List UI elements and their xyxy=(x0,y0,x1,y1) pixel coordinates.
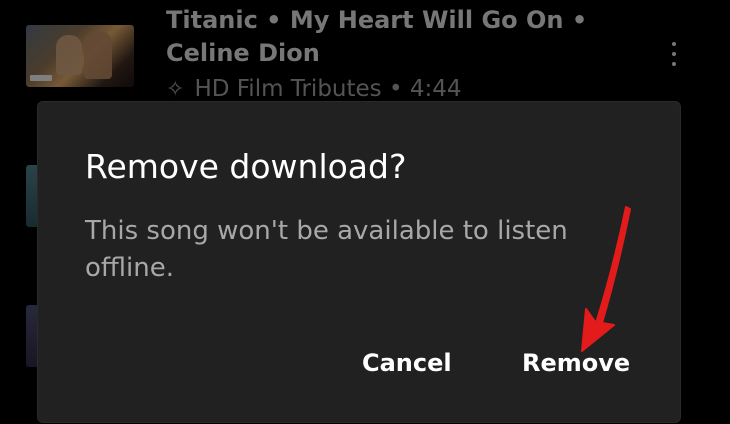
dialog-title: Remove download? xyxy=(85,147,407,186)
cancel-button[interactable]: Cancel xyxy=(362,342,452,384)
screen: Titanic • My Heart Will Go On • Celine D… xyxy=(0,0,730,424)
dialog-message: This song won't be available to listen o… xyxy=(85,216,568,283)
annotation-arrow xyxy=(581,206,631,352)
